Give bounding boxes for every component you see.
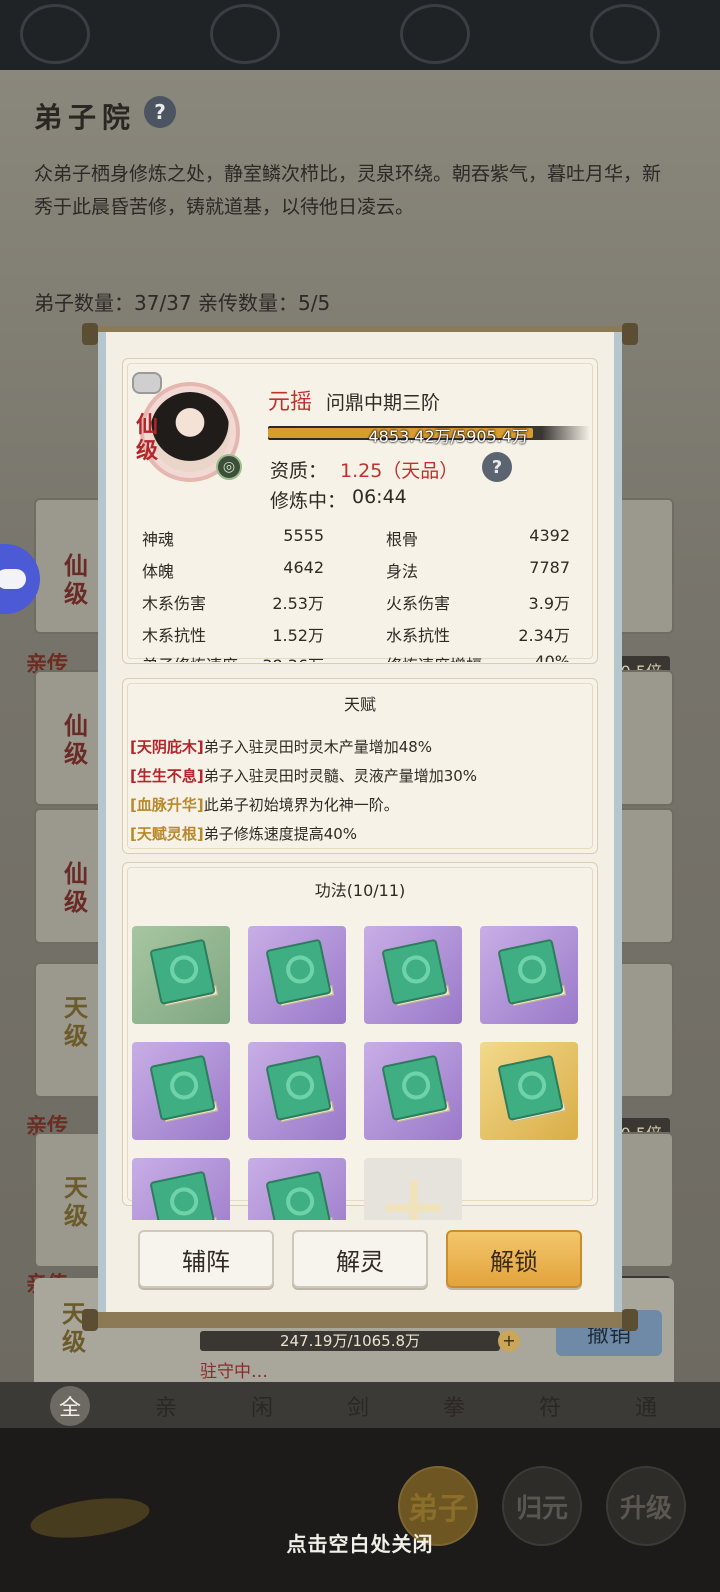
exp-text: 4853.42万/5905.4万 [368,427,528,446]
skill-slot[interactable] [132,926,230,1024]
skill-book-icon [375,938,452,1010]
talent-tag: [天阴庇木] [130,738,204,756]
grade-label: 仙级 [64,711,88,768]
stat-value: 7787 [529,558,570,577]
skill-book-icon [375,1054,452,1126]
skill-slot[interactable] [248,1158,346,1220]
talent-item: [天阴庇木]弟子入驻灵田时灵木产量增加48% [130,736,432,757]
stat-value: 3.9万 [528,594,570,613]
unlock-button[interactable]: 解锁 [446,1230,582,1288]
sect-emblem-icon: ◎ [216,454,242,480]
talent-text: 弟子入驻灵田时灵髓、灵液产量增加30% [203,767,478,785]
talent-tag: [生生不息] [130,767,204,785]
grade-label: 仙级 [64,551,88,608]
stat-value: 5555 [283,526,324,545]
aptitude-value: 1.25（天品） [340,460,459,482]
skill-book-icon [143,1170,220,1220]
chat-bubble-icon[interactable] [132,372,162,394]
skill-book-icon [491,938,568,1010]
scroll-rod-bottom [82,1309,638,1331]
stat-name: 木系抗性 [142,626,207,645]
stat-name: 体魄 [142,562,175,581]
cultivating-label: 修炼中： [270,490,347,512]
talent-item: [天赋灵根]弟子修炼速度提高40% [130,823,357,844]
filter-tong[interactable]: 通 [626,1386,666,1426]
plus-icon [386,1180,442,1220]
talent-title: 天赋 [343,695,376,714]
talent-text: 弟子入驻灵田时灵木产量增加48% [203,738,433,756]
skill-slot[interactable] [248,926,346,1024]
grade-label: 仙级 [64,859,88,916]
cloud-swirl-icon [590,4,660,64]
talent-tag: [血脉升华] [130,796,204,814]
talent-item: [生生不息]弟子入驻灵田时灵髓、灵液产量增加30% [130,765,477,786]
stat-value: 4642 [283,558,324,577]
skill-slot[interactable] [480,926,578,1024]
help-icon[interactable]: ? [482,452,512,482]
formation-button[interactable]: 辅阵 [138,1230,274,1288]
grade-label: 天级 [64,993,88,1050]
skills-title: 功法(10/11) [314,881,406,900]
stat-name: 根骨 [386,530,419,549]
stat-name: 木系伤害 [142,594,207,613]
stat-name: 身法 [386,562,419,581]
plus-icon[interactable]: + [498,1330,520,1352]
skill-slot[interactable] [248,1042,346,1140]
filter-qin[interactable]: 亲 [146,1386,186,1426]
cloud-swirl-icon [400,4,470,64]
disciple-realm: 问鼎中期三阶 [326,392,441,414]
top-banner [0,0,720,70]
stat-name: 神魂 [142,530,175,549]
filter-talisman[interactable]: 符 [530,1386,570,1426]
page-title: 弟子院 [34,101,137,134]
stat-value: 4392 [529,526,570,545]
filter-xian[interactable]: 闲 [242,1386,282,1426]
skill-book-icon [143,1054,220,1126]
cloud-swirl-icon [210,4,280,64]
stat-name: 水系抗性 [386,626,451,645]
skill-book-icon [491,1054,568,1126]
stat-value: 38.36万 [214,652,324,662]
skill-slot[interactable] [480,1042,578,1140]
skill-slot[interactable] [132,1158,230,1220]
cloud-swirl-icon [20,4,90,64]
stat-value: 2.34万 [518,626,570,645]
cultivating-time: 06:44 [352,486,407,508]
help-icon[interactable]: ? [144,96,176,128]
stat-value: 2.53万 [272,594,324,613]
disciple-name: 元摇 [268,390,313,415]
aptitude-label: 资质： [270,460,328,482]
skill-book-icon [259,938,336,1010]
talent-text: 弟子修炼速度提高40% [203,825,358,843]
talent-text: 此弟子初始境界为化神一阶。 [203,796,399,814]
skill-book-icon [259,1170,336,1220]
skill-slot[interactable] [132,1042,230,1140]
disciple-counts: 弟子数量：37/37 亲传数量：5/5 [34,291,331,315]
filter-all[interactable]: 全 [50,1386,90,1426]
stat-value: 1.52万 [272,626,324,645]
talent-tag: [天赋灵根] [130,825,204,843]
skill-slot[interactable] [364,926,462,1024]
avatar-grade: 仙级 [136,412,159,464]
release-spirit-button[interactable]: 解灵 [292,1230,428,1288]
stat-value: 40% [534,652,570,662]
skills-grid[interactable] [130,924,590,1220]
add-skill-slot[interactable] [364,1158,462,1220]
station-status: 驻守中… [200,1362,268,1382]
disciple-exp-bar: 247.19万/1065.8万 [200,1331,500,1351]
avatar[interactable]: 仙级 ◎ [132,372,242,482]
filter-sword[interactable]: 剑 [338,1386,378,1426]
skill-book-icon [259,1054,336,1126]
skill-slot[interactable] [364,1042,462,1140]
page-description: 众弟子栖身修炼之处，静室鳞次栉比，灵泉环绕。朝吞紫气，暮吐月华，新秀于此晨昏苦修… [34,163,662,218]
talent-item: [血脉升华]此弟子初始境界为化神一阶。 [130,794,399,815]
skill-book-icon [143,938,220,1010]
grade-label: 天级 [64,1173,88,1230]
stats-list[interactable]: 神魂 5555 根骨 4392 体魄 4642 身法 7787 木系伤害 2.5… [130,520,590,662]
filter-fist[interactable]: 拳 [434,1386,474,1426]
close-hint[interactable]: 点击空白处关闭 [0,1528,720,1557]
stat-name: 火系伤害 [386,594,451,613]
